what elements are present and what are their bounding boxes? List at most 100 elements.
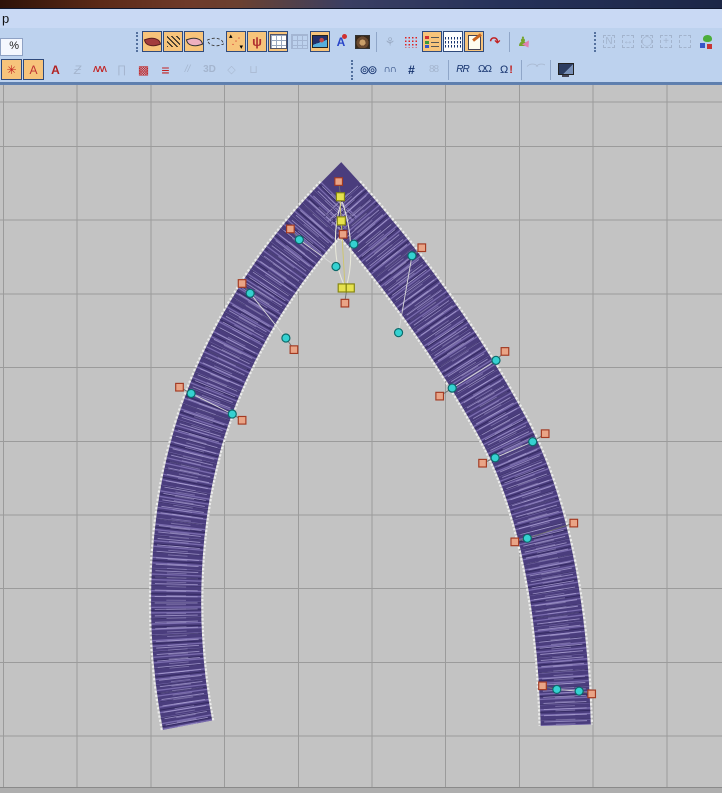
window-titlebar (0, 0, 722, 9)
reshape-handle[interactable] (175, 382, 184, 392)
curve-control-point[interactable] (522, 533, 532, 543)
reshape-handle[interactable] (587, 689, 597, 699)
scale-to-fit-button[interactable] (695, 31, 713, 52)
stitch-angle-button[interactable]: ✳ (1, 59, 22, 80)
mascot-wizard-button[interactable]: ♟ (513, 31, 533, 52)
stitch-density-button[interactable] (443, 31, 463, 52)
reshape-handle[interactable] (340, 298, 350, 308)
curve-control-point[interactable] (294, 235, 304, 245)
toolbar-separator (376, 31, 377, 52)
anchor-point[interactable] (335, 192, 346, 202)
zigzag-stitch-button[interactable]: ΛΛΛ (89, 59, 110, 80)
reshape-handle[interactable] (338, 229, 348, 239)
3d-effect-button: 3D (203, 64, 216, 75)
coil-stitch-button[interactable]: ⊚⊚ (357, 59, 378, 80)
main-toolbar: % ⋰ψ A ⚘ ↷ ♟ N↔◯+ (0, 28, 722, 56)
curve-control-point[interactable] (349, 239, 359, 249)
stitch-dots-button[interactable] (401, 31, 421, 52)
omega-single-button[interactable]: Ω (496, 59, 517, 80)
connector-stitch-button: Ƶ (73, 62, 82, 77)
satin-lines-button[interactable]: ≡ (155, 59, 176, 80)
reshape-handle[interactable] (289, 345, 299, 355)
letter-solid-button[interactable]: A (45, 59, 66, 80)
branching-tool-button[interactable]: ψ (247, 31, 267, 52)
curve-control-point[interactable] (447, 383, 457, 393)
double-omega-button[interactable]: ΩΩ (474, 59, 495, 80)
tatami-fill-button[interactable] (163, 31, 183, 52)
run-stitch-button[interactable]: ⋰ (226, 31, 246, 52)
stretch-horizontal-button: ↔ (619, 31, 637, 52)
bitmap-image-button[interactable] (310, 31, 330, 52)
curve-control-point[interactable] (491, 355, 501, 365)
reshape-handle[interactable] (237, 415, 247, 425)
grid-off-button (289, 31, 309, 52)
anchor-point[interactable] (345, 283, 355, 293)
design-canvas[interactable] (0, 84, 722, 793)
reshape-handle[interactable] (538, 681, 547, 691)
mirror-copy-button[interactable]: RR (452, 59, 473, 80)
reshape-handle[interactable] (500, 347, 510, 356)
satin-fill-button[interactable] (142, 31, 162, 52)
zoom-percent-field[interactable]: % (0, 38, 23, 56)
curve-control-point[interactable] (407, 251, 417, 261)
curve-control-point[interactable] (393, 328, 404, 338)
motif-fill-button[interactable]: ▩ (133, 59, 154, 80)
main-toolbar-icons: ⋰ψ A ⚘ ↷ ♟ (135, 31, 534, 52)
band-light-stitches (151, 162, 591, 730)
reshape-handle[interactable] (540, 429, 550, 439)
curve-control-point[interactable] (574, 686, 584, 696)
curve-control-point[interactable] (227, 409, 237, 419)
reshape-handle[interactable] (478, 458, 487, 468)
lettering-tool-button[interactable]: A (331, 31, 351, 52)
object-list-button[interactable] (422, 31, 442, 52)
reshape-handle[interactable] (334, 177, 344, 186)
satin-band[interactable] (148, 158, 594, 731)
transform-toolbar-drag-handle[interactable] (594, 31, 596, 52)
stitch-toolbar-right-icons: ⊚⊚∩∩#88RRΩΩΩ⌒⌒ (350, 59, 576, 80)
main-toolbar-drag-handle[interactable] (136, 31, 138, 52)
stitch-toolbar-drag-handle[interactable] (351, 59, 353, 80)
rotate-object-button: ◯ (638, 31, 656, 52)
letter-outline-button[interactable]: A (23, 59, 44, 80)
curve-control-point[interactable] (552, 684, 562, 694)
curve-control-point[interactable] (331, 261, 341, 272)
weave-fill-button[interactable]: # (401, 59, 422, 80)
bounding-box-button (676, 31, 694, 52)
zoom-percent-label: % (9, 40, 19, 52)
column-stitch-button: ∏ (116, 63, 127, 76)
skew-object-button: N (600, 31, 618, 52)
transform-toolbar-icons: N ↔ ◯ + (593, 31, 714, 52)
photo-tool-button[interactable] (352, 31, 372, 52)
curve-control-point[interactable] (490, 453, 500, 463)
curve-control-point[interactable] (245, 288, 255, 298)
screen-preview-button[interactable] (554, 59, 575, 80)
reshape-handle[interactable] (285, 224, 295, 234)
toolbar-separator (509, 31, 510, 52)
stitch-toolbar: ✳AAƵΛΛΛ∏▩≡//3D◇⊔ ⊚⊚∩∩#88RRΩΩΩ⌒⌒ (0, 56, 722, 84)
hoop-basket-button: ⊔ (249, 64, 258, 76)
reshape-handle[interactable] (569, 518, 579, 528)
curve-control-point[interactable] (528, 437, 538, 447)
menu-bar: p (0, 9, 722, 28)
toolbar-separator (550, 59, 551, 80)
fancy-fill-button: // (184, 64, 191, 75)
reshape-handle[interactable] (435, 391, 445, 401)
auto-digitize-button[interactable]: ↷ (485, 31, 505, 52)
ring-fill-button: 88 (428, 64, 439, 75)
application-window: p % ⋰ψA⚘↷♟ N↔◯+ ✳AAƵΛΛΛ∏▩≡//3D◇⊔ ⊚⊚∩∩#88… (0, 0, 722, 793)
reshape-handle[interactable] (510, 537, 520, 547)
outline-shape-button[interactable] (184, 31, 204, 52)
anchor-point[interactable] (336, 216, 346, 226)
grid-on-button[interactable] (268, 31, 288, 52)
dashed-outline-shape-button[interactable] (205, 31, 225, 52)
loop-stitch-button[interactable]: ∩∩ (379, 59, 400, 80)
stitch-toolbar-left-icons: ✳ A A Ƶ ΛΛΛ ∏ ▩ ≡//3D ◇ ⊔ (1, 59, 265, 80)
reshape-handle[interactable] (237, 279, 247, 288)
curve-control-point[interactable] (281, 333, 291, 343)
curve-control-point[interactable] (186, 388, 196, 399)
embroidery-design[interactable] (0, 85, 722, 793)
menu-item-help-fragment[interactable]: p (2, 11, 9, 26)
reshape-handle[interactable] (417, 243, 427, 253)
object-properties-button[interactable] (464, 31, 484, 52)
anchor-point[interactable] (337, 283, 347, 293)
